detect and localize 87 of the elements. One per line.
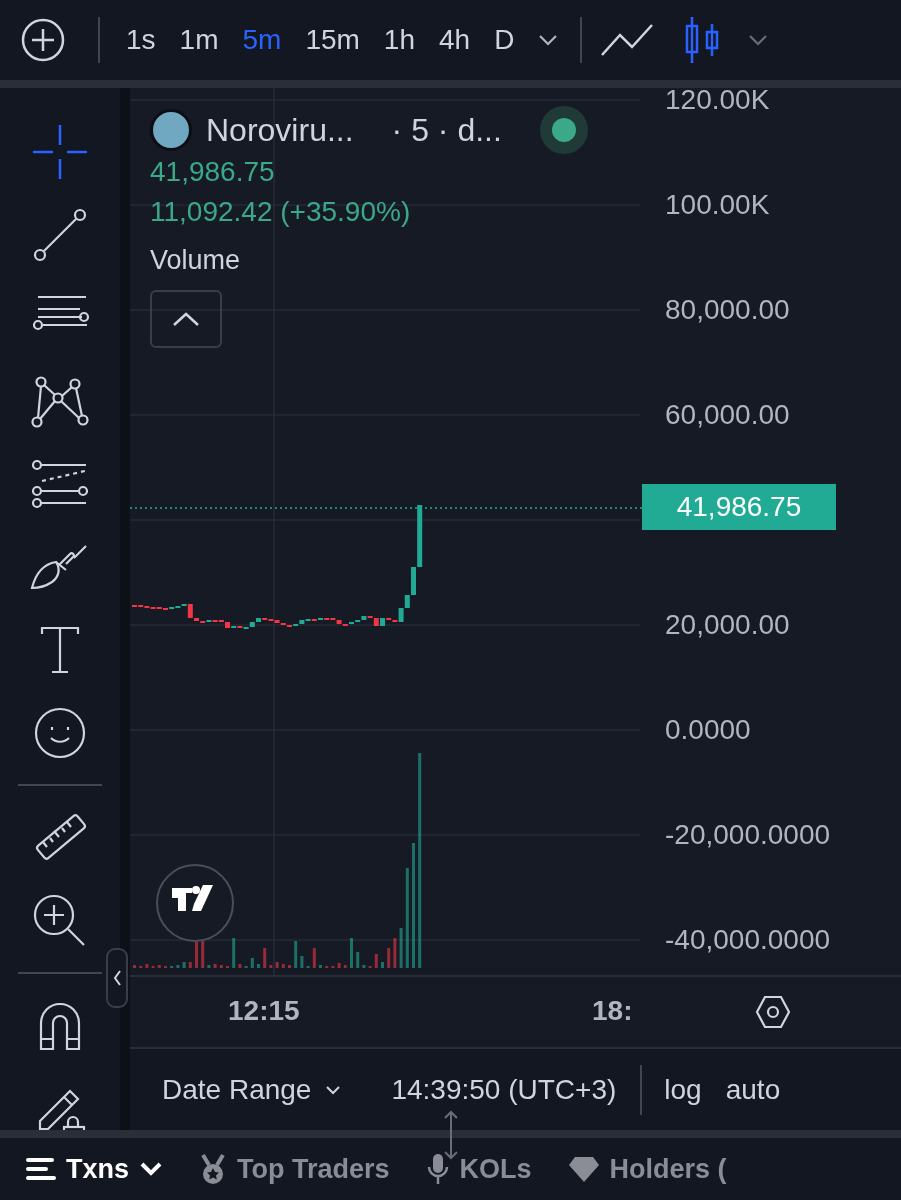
interval-button[interactable]: 1h: [371, 24, 427, 56]
volume-bar: [157, 965, 161, 968]
price-axis-label: 120.00K: [665, 83, 770, 117]
tab[interactable]: Txns: [26, 1153, 164, 1185]
time-axis-label: 18:: [592, 995, 633, 1027]
date-range-dropdown[interactable]: Date Range: [162, 1073, 342, 1106]
volume-bar: [176, 965, 180, 968]
scale-option[interactable]: log: [652, 1073, 714, 1106]
volume-bar: [362, 965, 366, 968]
volume-bar: [201, 940, 205, 968]
volume-bar: [269, 965, 273, 968]
candlestick-icon[interactable]: [684, 16, 721, 64]
tradingview-logo-icon: [156, 864, 234, 942]
volume-bar: [250, 958, 254, 968]
volume-bar: [263, 948, 267, 968]
interval-button[interactable]: 4h: [427, 24, 483, 56]
chevron-down-icon[interactable]: [538, 34, 559, 46]
collapse-button[interactable]: [150, 290, 222, 348]
price-axis-label: -20,000.0000: [665, 818, 831, 852]
price-axis-label: 0.0000: [665, 713, 751, 747]
symbol-interval: · 5 · d...: [391, 111, 502, 149]
volume-bar: [232, 938, 236, 968]
scale-option[interactable]: auto: [713, 1073, 793, 1106]
volume-bar: [300, 956, 304, 968]
fibonacci-levels-icon[interactable]: [30, 458, 90, 509]
tab[interactable]: Holders (: [567, 1153, 727, 1185]
volume-bar: [257, 964, 260, 968]
price-axis-label: 100.00K: [665, 188, 770, 222]
volume-label: Volume: [150, 244, 242, 277]
interval-button[interactable]: 5m: [230, 24, 294, 56]
price-axis-label: 80,000.00: [665, 293, 790, 327]
volume-bar: [381, 962, 384, 968]
volume-bar: [374, 954, 378, 968]
tab[interactable]: KOLs: [425, 1153, 532, 1185]
volume-bar: [188, 962, 192, 968]
microphone-icon: [425, 1153, 450, 1185]
volume-bar: [219, 965, 223, 968]
trend-line-icon[interactable]: [33, 207, 87, 262]
volume-bar: [288, 965, 291, 968]
time-axis-label: 12:15: [228, 995, 300, 1027]
crosshair-icon[interactable]: [33, 124, 87, 179]
volume-bar: [294, 941, 298, 968]
volume-bar: [312, 948, 316, 968]
volume-bar: [350, 938, 353, 968]
line-chart-icon[interactable]: [600, 23, 655, 57]
interval-button[interactable]: 15m: [293, 24, 372, 56]
text-tool-icon[interactable]: [38, 625, 82, 674]
volume-bar: [393, 938, 397, 968]
volume-bar: [281, 964, 285, 968]
current-price-badge: 41,986.75: [642, 484, 836, 530]
interval-button[interactable]: 1s: [114, 24, 168, 56]
interval-button[interactable]: D: [482, 24, 527, 56]
volume-bar: [387, 948, 391, 968]
token-avatar: [150, 109, 192, 151]
add-circle-icon[interactable]: [20, 17, 66, 63]
volume-bar: [275, 962, 279, 968]
diamond-icon: [567, 1155, 600, 1183]
settings-icon[interactable]: [755, 995, 791, 1029]
list-icon: [26, 1157, 56, 1181]
price-change: 11,092.42 (+35.90%): [150, 195, 412, 229]
volume-bar: [356, 952, 360, 968]
price-axis-label: 20,000.00: [665, 608, 790, 642]
interval-button[interactable]: 1m: [167, 24, 231, 56]
chevron-down-icon: [139, 1161, 164, 1177]
magnet-icon[interactable]: [37, 1000, 83, 1051]
volume-bar: [213, 964, 217, 968]
symbol-name[interactable]: Noroviru...: [206, 111, 354, 149]
price-axis-label: -40,000.0000: [665, 923, 831, 957]
price-axis-label: 60,000.00: [665, 398, 790, 432]
tab[interactable]: Top Traders: [199, 1153, 390, 1185]
volume-bar: [337, 963, 341, 968]
volume-bar: [319, 965, 322, 968]
resize-arrows-icon[interactable]: [442, 1110, 460, 1160]
volume-bar: [133, 965, 136, 968]
collapse-sidebar-tab-icon[interactable]: [106, 948, 128, 1008]
volume-bar: [182, 962, 186, 968]
last-price: 41,986.75: [150, 155, 276, 189]
volume-bar: [343, 965, 347, 968]
volume-bar: [399, 928, 403, 968]
volume-bar: [145, 964, 149, 968]
timezone-clock[interactable]: 14:39:50 (UTC+3): [391, 1073, 617, 1106]
chevron-up-icon: [172, 311, 200, 327]
volume-bar: [238, 964, 242, 968]
volume-bar: [195, 942, 198, 968]
volume-bar: [207, 965, 211, 968]
chevron-down-icon: [325, 1084, 342, 1095]
smiley-icon[interactable]: [33, 705, 87, 760]
